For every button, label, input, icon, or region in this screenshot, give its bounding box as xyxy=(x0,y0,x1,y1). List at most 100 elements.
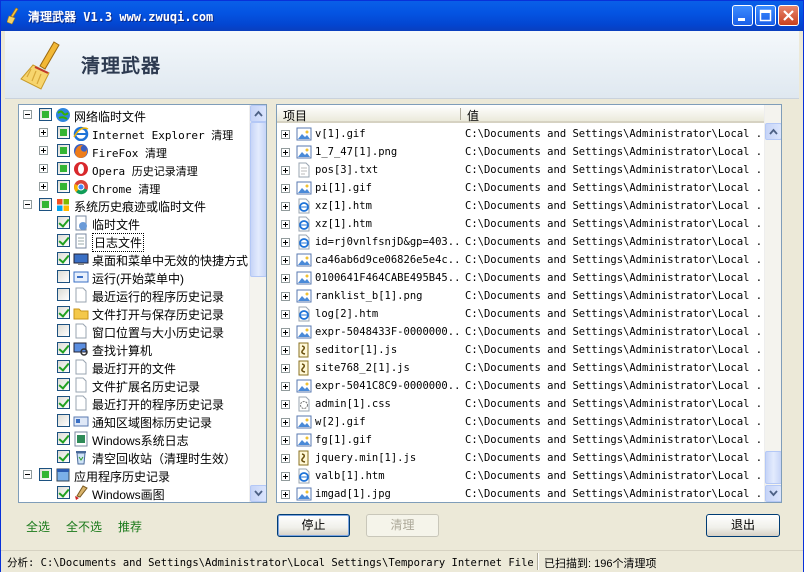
tree-checkbox[interactable] xyxy=(57,144,70,157)
list-item[interactable]: v[1].gif C:\Documents and Settings\Admini… xyxy=(277,125,775,143)
clean-button[interactable]: 清理 xyxy=(366,514,439,537)
expand-toggle[interactable] xyxy=(281,130,290,139)
tree-checkbox[interactable] xyxy=(57,324,70,337)
expand-toggle[interactable] xyxy=(281,472,290,481)
list-item[interactable]: pi[1].gif C:\Documents and Settings\Admin… xyxy=(277,179,775,197)
tree-checkbox[interactable] xyxy=(57,486,70,499)
expand-toggle[interactable] xyxy=(281,346,290,355)
scroll-down-button[interactable] xyxy=(765,485,781,502)
list-item[interactable]: ranklist_b[1].png C:\Documents and Settin… xyxy=(277,287,775,305)
tree-checkbox[interactable] xyxy=(57,432,70,445)
tree-checkbox[interactable] xyxy=(57,378,70,391)
column-value-header[interactable]: 值 xyxy=(467,107,479,124)
scroll-down-button[interactable] xyxy=(250,485,266,502)
expand-toggle[interactable] xyxy=(281,490,290,499)
close-button[interactable] xyxy=(778,5,799,26)
list-item[interactable]: ca46ab6d9ce06826e5e4c... C:\Documents and… xyxy=(277,251,775,269)
tree-checkbox[interactable] xyxy=(57,396,70,409)
tree-checkbox[interactable] xyxy=(57,288,70,301)
select-all-link[interactable]: 全选 xyxy=(26,518,50,535)
list-item[interactable]: pos[3].txt C:\Documents and Settings\Admi… xyxy=(277,161,775,179)
scroll-up-button[interactable] xyxy=(250,105,266,122)
expand-toggle[interactable] xyxy=(281,436,290,445)
expand-toggle[interactable] xyxy=(281,184,290,193)
list-item[interactable]: id=rj0vnlfsnjD&gp=403... C:\Documents and… xyxy=(277,233,775,251)
tree-checkbox[interactable] xyxy=(39,468,52,481)
tree-checkbox[interactable] xyxy=(57,342,70,355)
tree-checkbox[interactable] xyxy=(57,180,70,193)
expand-toggle[interactable] xyxy=(281,292,290,301)
tree-scrollbar[interactable] xyxy=(249,105,266,502)
column-item-header[interactable]: 项目 xyxy=(283,107,307,124)
expand-toggle[interactable] xyxy=(39,182,48,191)
list-item[interactable]: expr-5041C8C9-0000000... C:\Documents and… xyxy=(277,377,775,395)
maximize-button[interactable] xyxy=(755,5,776,26)
expand-toggle[interactable] xyxy=(281,382,290,391)
expand-toggle[interactable] xyxy=(281,454,290,463)
list-item[interactable]: 0100641F464CABE495B45... C:\Documents and… xyxy=(277,269,775,287)
title-bar[interactable]: 清理武器 V1.3 www.zwuqi.com xyxy=(1,1,803,31)
column-separator[interactable] xyxy=(460,108,461,120)
tree-checkbox[interactable] xyxy=(57,414,70,427)
list-item[interactable]: log[2].htm C:\Documents and Settings\Admi… xyxy=(277,305,775,323)
collapse-toggle[interactable] xyxy=(23,200,32,209)
expand-toggle[interactable] xyxy=(281,418,290,427)
expand-toggle[interactable] xyxy=(281,364,290,373)
expand-toggle[interactable] xyxy=(281,166,290,175)
list-item[interactable]: admin[1].css C:\Documents and Settings\Ad… xyxy=(277,395,775,413)
recycle-bin-icon xyxy=(76,451,86,465)
list-item[interactable]: xz[1].htm C:\Documents and Settings\Admin… xyxy=(277,215,775,233)
scroll-up-button[interactable] xyxy=(765,123,781,140)
expand-toggle[interactable] xyxy=(281,400,290,409)
stop-button[interactable]: 停止 xyxy=(277,514,350,537)
tree-checkbox[interactable] xyxy=(57,216,70,229)
expand-toggle[interactable] xyxy=(39,128,48,137)
expand-toggle[interactable] xyxy=(281,310,290,319)
file-name: fg[1].gif xyxy=(315,434,372,446)
expand-toggle[interactable] xyxy=(281,220,290,229)
expand-toggle[interactable] xyxy=(281,256,290,265)
scroll-thumb[interactable] xyxy=(250,122,266,277)
list-item[interactable]: seditor[1].js C:\Documents and Settings\A… xyxy=(277,341,775,359)
tree-item-label: 最近打开的文件 xyxy=(92,362,177,376)
tree-checkbox[interactable] xyxy=(39,198,52,211)
tree-checkbox[interactable] xyxy=(57,234,70,247)
list-scrollbar[interactable] xyxy=(764,105,781,502)
status-path: 分析: C:\Documents and Settings\Administra… xyxy=(7,557,533,569)
expand-toggle[interactable] xyxy=(39,146,48,155)
category-tree[interactable]: 网络临时文件 Internet Explorer 清理 FireFox 清理 Oper… xyxy=(18,104,267,503)
recommend-link[interactable]: 推荐 xyxy=(118,518,142,535)
tree-checkbox[interactable] xyxy=(57,450,70,463)
scroll-thumb[interactable] xyxy=(765,451,781,484)
tree-checkbox[interactable] xyxy=(57,126,70,139)
select-none-link[interactable]: 全不选 xyxy=(66,518,102,535)
collapse-toggle[interactable] xyxy=(23,470,32,479)
list-item[interactable]: fg[1].gif C:\Documents and Settings\Admin… xyxy=(277,431,775,449)
list-item[interactable]: imgad[1].jpg C:\Documents and Settings\Ad… xyxy=(277,485,775,502)
list-item[interactable]: expr-5048433F-0000000... C:\Documents and… xyxy=(277,323,775,341)
status-count: 已扫描到: 196个清理项 xyxy=(544,558,657,570)
list-item[interactable]: 1_7_47[1].png C:\Documents and Settings\A… xyxy=(277,143,775,161)
tree-checkbox[interactable] xyxy=(57,306,70,319)
expand-toggle[interactable] xyxy=(281,328,290,337)
exit-button[interactable]: 退出 xyxy=(706,514,780,537)
tree-checkbox[interactable] xyxy=(57,270,70,283)
list-item[interactable]: xz[1].htm C:\Documents and Settings\Admin… xyxy=(277,197,775,215)
expand-toggle[interactable] xyxy=(281,202,290,211)
tree-checkbox[interactable] xyxy=(57,162,70,175)
list-item[interactable]: w[2].gif C:\Documents and Settings\Admini… xyxy=(277,413,775,431)
list-item[interactable]: site768_2[1].js C:\Documents and Settings… xyxy=(277,359,775,377)
expand-toggle[interactable] xyxy=(39,164,48,173)
tree-checkbox[interactable] xyxy=(39,108,52,121)
tree-checkbox[interactable] xyxy=(57,360,70,373)
minimize-button[interactable] xyxy=(732,5,753,26)
tree-item-label: 文件打开与保存历史记录 xyxy=(92,308,225,322)
expand-toggle[interactable] xyxy=(281,148,290,157)
collapse-toggle[interactable] xyxy=(23,110,32,119)
list-item[interactable]: jquery.min[1].js C:\Documents and Setting… xyxy=(277,449,775,467)
tree-checkbox[interactable] xyxy=(57,252,70,265)
expand-toggle[interactable] xyxy=(281,238,290,247)
expand-toggle[interactable] xyxy=(281,274,290,283)
list-item[interactable]: valb[1].htm C:\Documents and Settings\Adm… xyxy=(277,467,775,485)
file-list[interactable]: 项目 值 v[1].gif C:\Documents and Settings\A… xyxy=(276,104,782,503)
